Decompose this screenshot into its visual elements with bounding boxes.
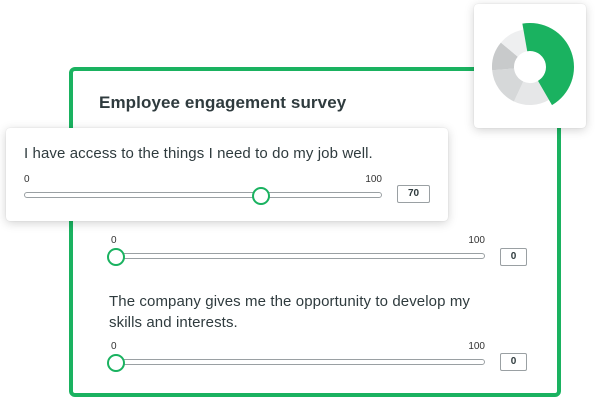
slider-min-label: 0	[111, 341, 117, 352]
survey-title: Employee engagement survey	[99, 93, 347, 112]
slider-thumb[interactable]	[107, 248, 125, 266]
slider-min-label: 0	[24, 174, 30, 185]
donut-chart-icon	[492, 23, 574, 106]
value-box-question-2[interactable]: 0	[500, 248, 527, 266]
slider-thumb[interactable]	[107, 354, 125, 372]
slider-min-label: 0	[111, 235, 117, 246]
question-1-text: I have access to the things I need to do…	[24, 145, 373, 162]
slider-max-label: 100	[468, 235, 485, 246]
question-3-text: The company gives me the opportunity to …	[109, 293, 471, 331]
chart-card	[474, 4, 586, 128]
slider-track[interactable]	[24, 192, 382, 198]
slider-track[interactable]	[111, 359, 485, 365]
slider-question-1[interactable]: 0 100	[24, 174, 382, 205]
slider-track[interactable]	[111, 253, 485, 259]
slider-thumb[interactable]	[252, 187, 271, 205]
value-box-question-1[interactable]: 70	[397, 185, 430, 203]
slider-max-label: 100	[468, 341, 485, 352]
value-box-question-3[interactable]: 0	[500, 353, 527, 371]
survey-illustration: Employee engagement survey 0 100 0 The c…	[0, 0, 595, 400]
question-card-floating: I have access to the things I need to do…	[6, 128, 448, 221]
slider-question-2[interactable]: 0 100	[107, 235, 485, 266]
slider-max-label: 100	[365, 174, 382, 185]
slider-question-3[interactable]: 0 100	[107, 341, 485, 372]
